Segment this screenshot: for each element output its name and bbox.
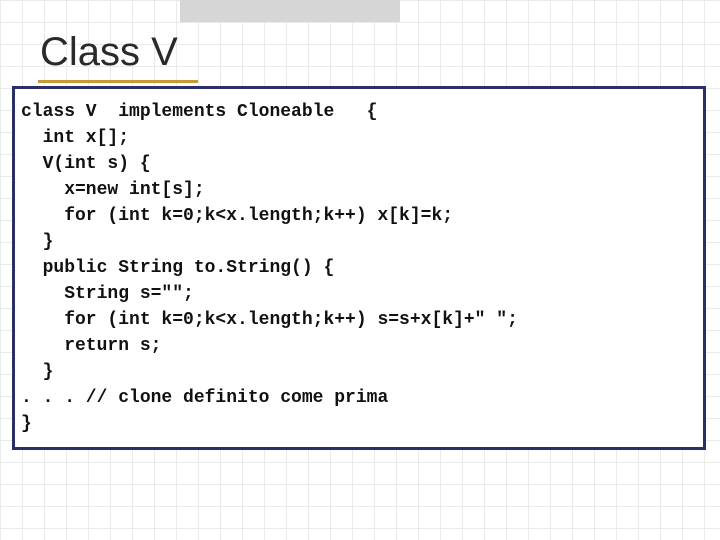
code-line: int x[]; (21, 125, 697, 151)
code-line: class V implements Cloneable { (21, 99, 697, 125)
code-line: } (21, 411, 697, 437)
code-line: } (21, 229, 697, 255)
code-line: for (int k=0;k<x.length;k++) x[k]=k; (21, 203, 697, 229)
code-line: return s; (21, 333, 697, 359)
code-line: for (int k=0;k<x.length;k++) s=s+x[k]+" … (21, 307, 697, 333)
code-box: class V implements Cloneable { int x[]; … (12, 86, 706, 450)
title-underline (38, 80, 198, 83)
code-line: V(int s) { (21, 151, 697, 177)
code-line: } (21, 359, 697, 385)
code-line: public String to.String() { (21, 255, 697, 281)
code-line: String s=""; (21, 281, 697, 307)
slide-title: Class V (40, 30, 178, 75)
code-line: x=new int[s]; (21, 177, 697, 203)
top-accent-bar (180, 0, 400, 22)
code-line: . . . // clone definito come prima (21, 385, 697, 411)
